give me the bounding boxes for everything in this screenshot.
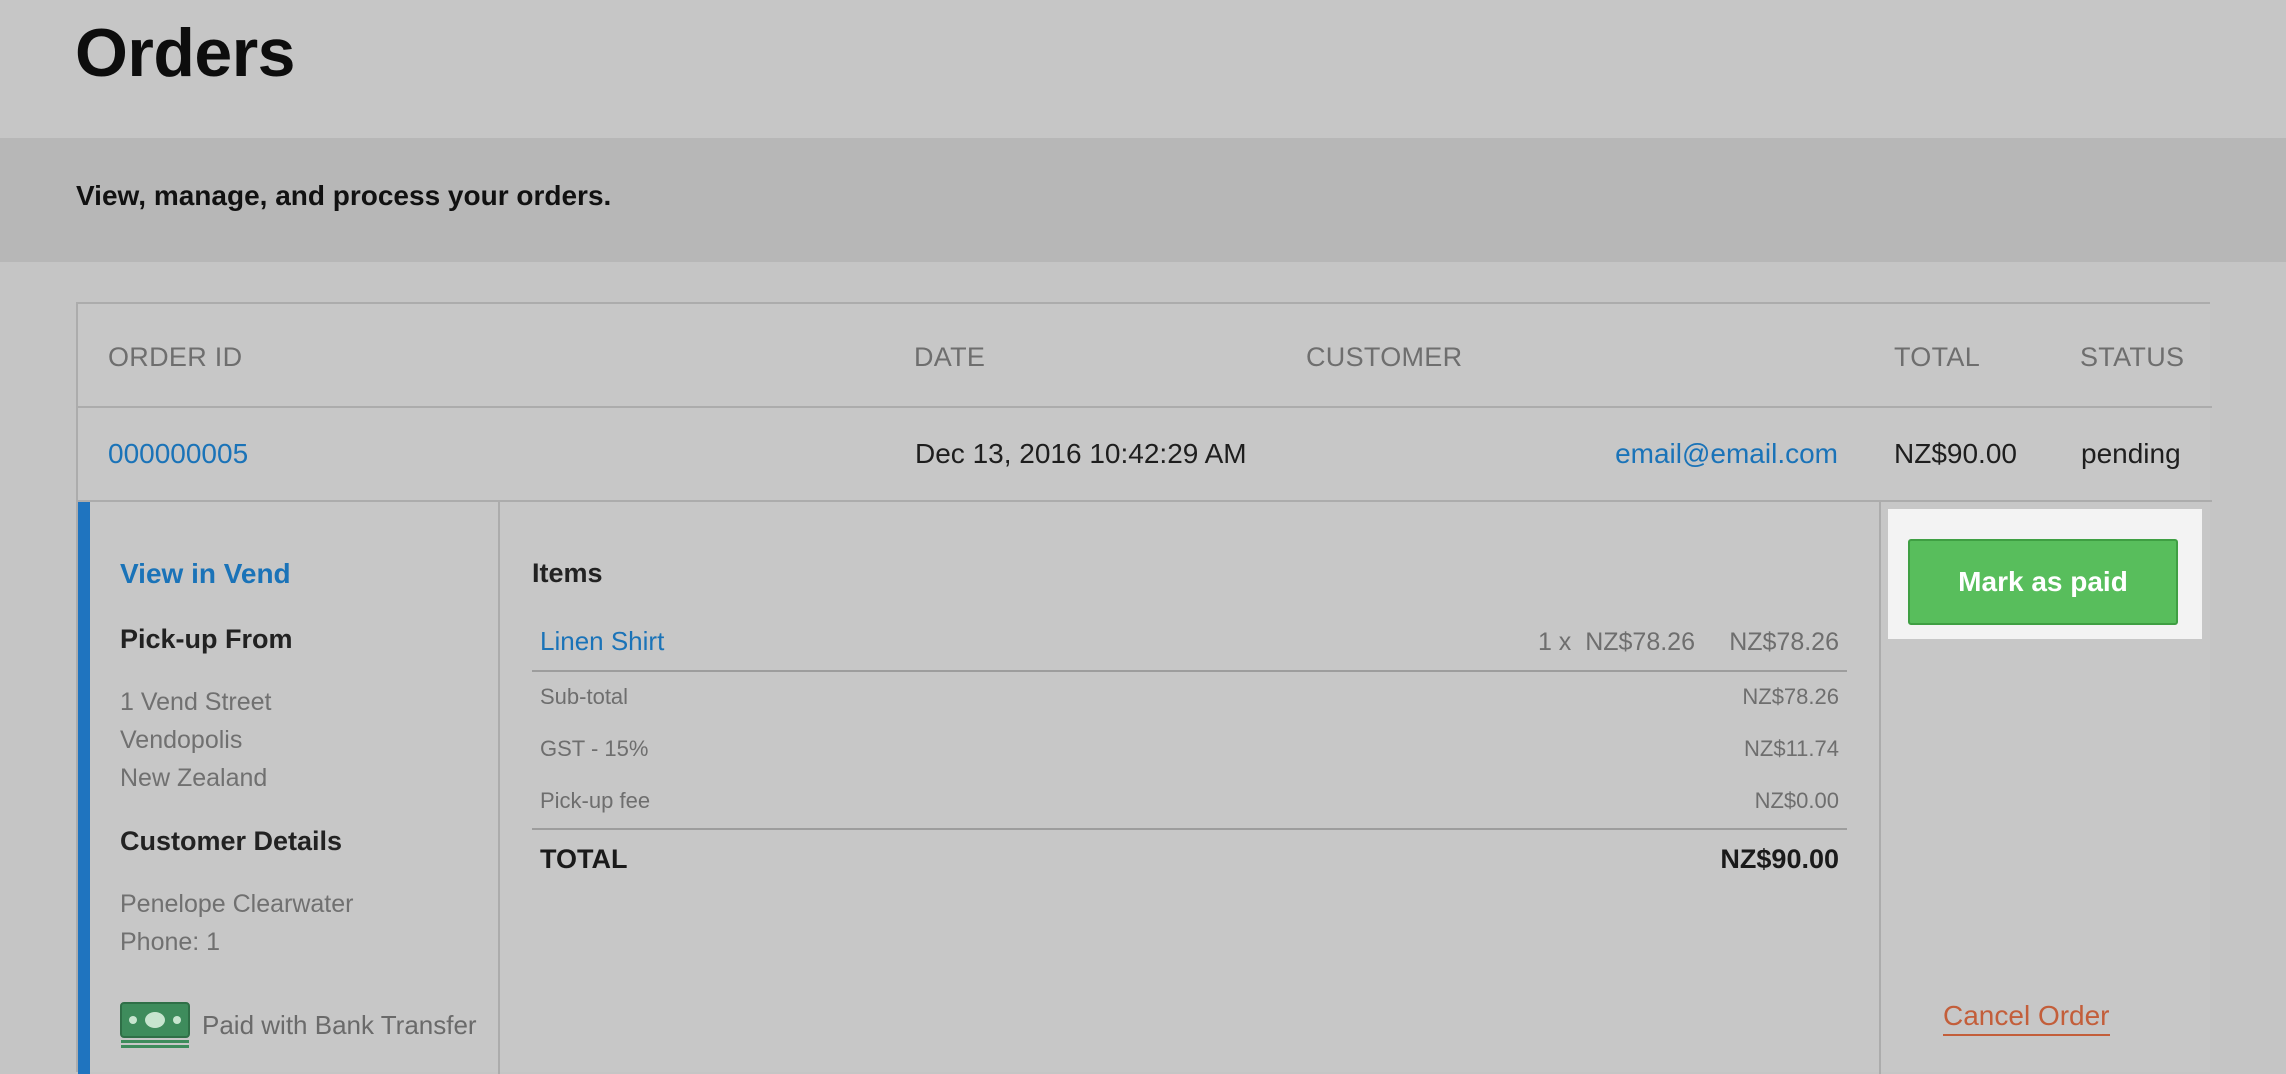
summary-row: Sub-total NZ$78.26 [532, 672, 1847, 724]
mark-as-paid-button[interactable]: Mark as paid [1908, 539, 2178, 625]
view-in-vend-link[interactable]: View in Vend [120, 558, 291, 590]
pickup-address-line: 1 Vend Street [120, 688, 272, 716]
gst-value: NZ$11.74 [1744, 736, 1839, 761]
banknote-icon [120, 1002, 190, 1048]
item-name-link[interactable]: Linen Shirt [540, 626, 664, 657]
table-header: ORDER ID DATE CUSTOMER TOTAL STATUS [78, 304, 2212, 408]
payment-method: Paid with Bank Transfer [120, 1002, 477, 1048]
page-title: Orders [75, 15, 296, 91]
order-total: NZ$90.00 [1894, 438, 2017, 469]
item-row: Linen Shirt 1 x NZ$78.26 NZ$78.26 [532, 616, 1847, 672]
total-label: TOTAL [540, 844, 628, 874]
column-header-order-id[interactable]: ORDER ID [108, 342, 242, 373]
table-row[interactable]: 000000005 Dec 13, 2016 10:42:29 AM email… [78, 408, 2212, 502]
order-detail-panel: View in Vend Pick-up From 1 Vend Street … [78, 502, 2212, 1074]
order-info-column: View in Vend Pick-up From 1 Vend Street … [90, 502, 500, 1074]
summary-row: Pick-up fee NZ$0.00 [532, 776, 1847, 830]
column-header-customer[interactable]: CUSTOMER [1306, 342, 1462, 373]
customer-details-heading: Customer Details [120, 826, 343, 856]
cancel-order-link[interactable]: Cancel Order [1943, 1000, 2110, 1036]
customer-email-link[interactable]: email@email.com [1615, 438, 1838, 470]
customer-phone: Phone: 1 [120, 928, 221, 956]
customer-name: Penelope Clearwater [120, 890, 354, 918]
page-header: Orders [0, 0, 2286, 138]
order-id-link[interactable]: 000000005 [108, 438, 248, 470]
column-header-status[interactable]: STATUS [2080, 342, 2184, 373]
pickup-fee-label: Pick-up fee [540, 788, 651, 813]
gst-label: GST - 15% [540, 736, 649, 761]
orders-table: ORDER ID DATE CUSTOMER TOTAL STATUS 0000… [76, 302, 2212, 1074]
pickup-address-line: Vendopolis [120, 726, 243, 754]
mark-paid-highlight: Mark as paid [1888, 509, 2202, 639]
page-subheader: View, manage, and process your orders. [0, 138, 2286, 262]
pickup-fee-value: NZ$0.00 [1754, 788, 1839, 813]
item-unit-price: NZ$78.26 [1585, 628, 1695, 656]
selected-accent-bar [78, 502, 90, 1074]
subtotal-value: NZ$78.26 [1742, 684, 1839, 709]
payment-method-label: Paid with Bank Transfer [202, 1009, 477, 1040]
pickup-address-line: New Zealand [120, 764, 268, 792]
item-quantity-price: 1 x NZ$78.26 [1538, 628, 1695, 657]
items-column: Items Linen Shirt 1 x NZ$78.26 NZ$78.26 … [502, 502, 1881, 1074]
item-line-total: NZ$78.26 [1729, 628, 1839, 656]
total-row: TOTAL NZ$90.00 [532, 830, 1847, 882]
column-header-total[interactable]: TOTAL [1894, 342, 1980, 373]
items-heading: Items [532, 558, 603, 588]
total-value: NZ$90.00 [1720, 844, 1839, 874]
items-table: Linen Shirt 1 x NZ$78.26 NZ$78.26 Sub-to… [532, 616, 1847, 882]
subtotal-label: Sub-total [540, 684, 629, 709]
item-quantity: 1 x [1537, 628, 1572, 656]
column-header-date[interactable]: DATE [914, 342, 985, 373]
order-status: pending [2081, 438, 2181, 469]
summary-row: GST - 15% NZ$11.74 [532, 724, 1847, 776]
page-subtitle: View, manage, and process your orders. [76, 180, 612, 211]
pickup-heading: Pick-up From [120, 624, 293, 654]
order-date: Dec 13, 2016 10:42:29 AM [915, 438, 1247, 469]
actions-column: Mark as paid Cancel Order [1881, 502, 2212, 1074]
